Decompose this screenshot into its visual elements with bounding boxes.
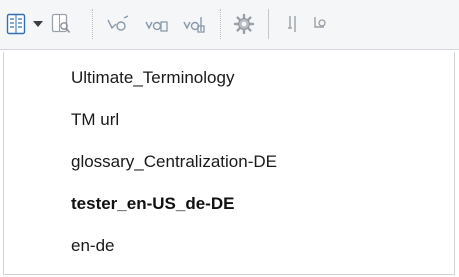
menu-item-label: TM url [71, 110, 120, 129]
termbase-list-button[interactable] [4, 10, 28, 38]
add-new-term-button[interactable] [142, 10, 170, 38]
settings-gear-icon [233, 13, 255, 35]
menu-item-label: glossary_Centralization-DE [71, 152, 277, 171]
toolbar [0, 0, 459, 50]
termbase-dropdown-button[interactable] [31, 10, 45, 38]
menu-item-label: Ultimate_Terminology [71, 68, 235, 87]
menu-item-label: en-de [71, 236, 115, 255]
termbase-search-icon [51, 13, 71, 35]
toolbar-separator [220, 9, 221, 39]
add-term-button[interactable] [104, 10, 132, 38]
toolbar-separator [92, 9, 93, 39]
menu-item-tester-en-us-de-de[interactable]: tester_en-US_de-DE [4, 186, 454, 222]
termbase-toolbar-window: Ultimate_Terminology TM url glossary_Cen… [0, 0, 459, 277]
termbase-dropdown-menu: Ultimate_Terminology TM url glossary_Cen… [3, 52, 455, 275]
term-options-button[interactable] [310, 10, 330, 38]
term-options-icon [312, 14, 328, 34]
term-filter-button[interactable] [283, 10, 303, 38]
dropdown-arrow-icon [33, 20, 43, 28]
termbase-search-button[interactable] [49, 10, 73, 38]
menu-item-glossary-centralization-de[interactable]: glossary_Centralization-DE [4, 144, 454, 180]
toolbar-separator [268, 9, 269, 39]
delete-term-icon [182, 14, 206, 34]
menu-item-ultimate-terminology[interactable]: Ultimate_Terminology [4, 60, 454, 96]
add-term-icon [106, 14, 130, 34]
menu-item-tm-url[interactable]: TM url [4, 102, 454, 138]
menu-item-label: tester_en-US_de-DE [71, 194, 235, 213]
termbase-list-icon [6, 13, 26, 35]
menu-item-en-de[interactable]: en-de [4, 228, 454, 264]
add-new-term-icon [144, 14, 168, 34]
term-filter-icon [286, 14, 300, 34]
settings-button[interactable] [230, 10, 258, 38]
delete-term-button[interactable] [180, 10, 208, 38]
